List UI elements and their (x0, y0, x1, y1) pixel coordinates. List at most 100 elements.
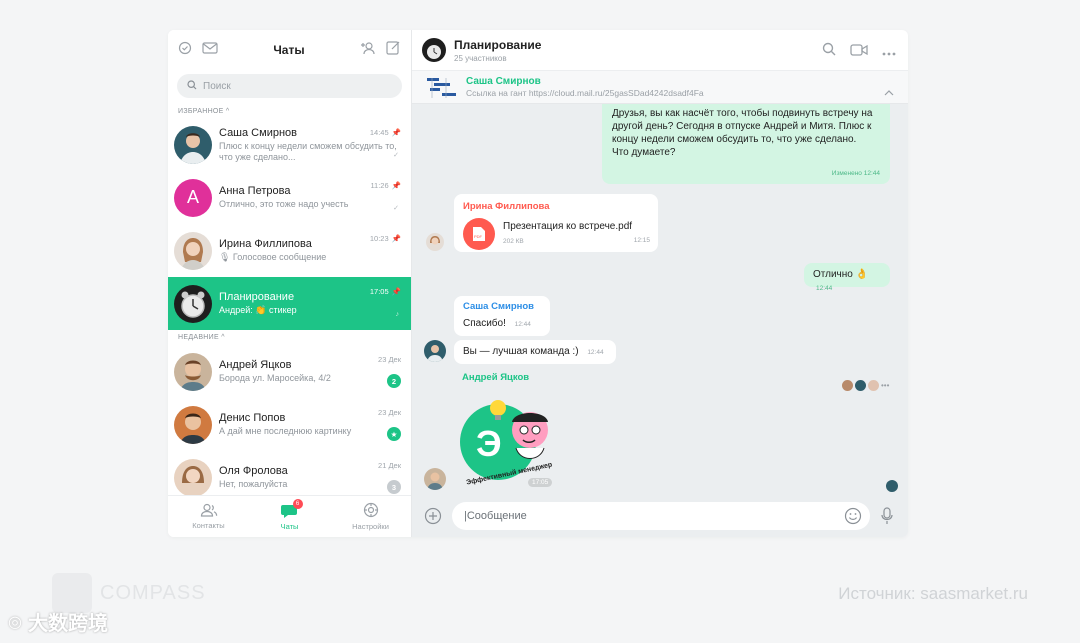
chat-members-count: 25 участников (454, 53, 507, 63)
tab-label: Контакты (192, 521, 225, 530)
pdf-file-icon[interactable]: PDF (463, 218, 495, 250)
svg-text:Э: Э (476, 423, 502, 464)
chat-preview: Плюс к концу недели сможем обсудить то, … (219, 140, 397, 162)
chat-header: Планирование 25 участников (412, 30, 908, 70)
add-attachment-icon[interactable] (424, 507, 442, 530)
reader-avatar (855, 380, 866, 391)
source-caption: Источник: saasmarket.ru (838, 584, 1028, 603)
avatar (174, 405, 212, 444)
file-size: 202 КВ (503, 238, 524, 245)
message-sender: Саша Смирнов (463, 301, 535, 312)
message-incoming[interactable]: Саша Смирнов Спасибо! 12:44 (454, 296, 550, 336)
chat-time: 21 Дек (378, 461, 401, 470)
message-sender: Андрей Яцков (462, 372, 530, 383)
more-options-icon[interactable] (882, 43, 896, 61)
favorite-badge: ★ (387, 427, 401, 441)
chat-item-denis[interactable]: Денис Попов А дай мне последнюю картинку… (168, 398, 411, 451)
compose-icon[interactable] (386, 40, 401, 60)
unread-badge: 2 (387, 374, 401, 388)
message-text: Вы — лучшая команда :) (463, 346, 579, 357)
recent-header[interactable]: НЕДАВНИЕ ^ (168, 330, 411, 345)
message-time: 17:05 (528, 478, 553, 487)
chat-title[interactable]: Планирование (454, 38, 541, 52)
message-outgoing[interactable]: Друзья, вы как насчёт того, чтобы подвин… (602, 104, 890, 184)
message-sender: Ирина Филлипова (463, 201, 550, 212)
message-outgoing[interactable]: Отлично 👌 12:44 (804, 263, 890, 292)
video-call-icon[interactable] (850, 43, 868, 61)
bottom-nav: Контакты 6 Чаты Настройки (168, 495, 411, 537)
file-name: Презентация ко встрече.pdf (503, 221, 633, 232)
read-check-icon: ✓ (393, 205, 399, 212)
avatar: A (174, 178, 212, 217)
sticker[interactable]: Э Эффективный менеджер 17:05 (458, 390, 554, 490)
unread-badge: 3 (387, 480, 401, 494)
tab-chats[interactable]: 6 Чаты (255, 498, 325, 531)
settings-icon (363, 502, 379, 520)
status-icon[interactable] (178, 41, 192, 60)
avatar (174, 458, 212, 497)
message-time: Изменено 12:44 (831, 170, 880, 177)
chat-time: 14:45 (369, 128, 389, 137)
pinned-message[interactable]: Саша Смирнов Ссылка на гант https://clou… (412, 70, 908, 104)
chat-time: 23 Дек (378, 408, 401, 417)
search-input[interactable] (203, 80, 383, 92)
pin-icon: 📌 (391, 234, 401, 243)
sidebar-header: Чаты (168, 30, 411, 70)
tab-label: Настройки (352, 522, 389, 531)
favorites-header[interactable]: ИЗБРАННОЕ ^ (168, 98, 411, 118)
search-icon (187, 77, 197, 95)
pinned-text: Ссылка на гант https://cloud.mail.ru/25g… (466, 88, 704, 98)
message-input[interactable] (452, 502, 870, 530)
sender-avatar[interactable] (426, 233, 444, 251)
tab-contacts[interactable]: Контакты (174, 503, 244, 530)
chat-preview: Нет, пожалуйста (219, 479, 288, 489)
chat-time: 10:23 (369, 234, 389, 243)
message-incoming[interactable]: Вы — лучшая команда :) 12:44 (454, 340, 616, 364)
chevron-up-icon[interactable] (884, 83, 894, 101)
tab-settings[interactable]: Настройки (336, 502, 406, 531)
message-time: 12:15 (633, 237, 650, 244)
search-icon[interactable] (822, 42, 836, 61)
pin-icon: 📌 (391, 181, 401, 190)
chat-item-sasha[interactable]: Саша Смирнов Плюс к концу недели сможем … (168, 118, 411, 171)
chat-time: 23 Дек (378, 355, 401, 364)
cn-watermark-text: 大数跨境 (27, 613, 108, 635)
chat-preview: 🎙 Голосовое сообщение (219, 252, 327, 262)
read-check-icon: ✓ (393, 152, 399, 159)
sidebar-title: Чаты (273, 43, 305, 57)
chat-preview: Андрей: 👏 стикер (219, 305, 297, 315)
chat-item-anna[interactable]: A Анна Петрова Отлично, это тоже надо уч… (168, 171, 411, 224)
chat-time: 17:05 (369, 287, 389, 296)
message-file[interactable]: Ирина Филлипова PDF Презентация ко встре… (454, 194, 658, 252)
compass-text: COMPASS (100, 581, 206, 604)
reader-avatar (886, 480, 898, 492)
contacts-icon (200, 503, 218, 519)
chat-preview: А дай мне последнюю картинку (219, 426, 352, 436)
message-text: Отлично 👌 (813, 269, 869, 280)
mail-icon[interactable] (202, 41, 218, 59)
chat-item-irina[interactable]: Ирина Филлипова 🎙 Голосовое сообщение 10… (168, 224, 411, 277)
chat-name: Андрей Яцков (219, 359, 292, 371)
chat-item-planning[interactable]: Планирование Андрей: 👏 стикер 17:05 📌 ♪ (168, 277, 411, 330)
sender-avatar[interactable] (424, 340, 446, 362)
composer (412, 495, 908, 537)
add-contact-icon[interactable] (360, 41, 376, 60)
chat-avatar[interactable] (422, 38, 446, 62)
chat-preview: Отлично, это тоже надо учесть (219, 199, 349, 209)
chat-panel: Планирование 25 участников Саша Смирнов … (412, 30, 908, 537)
sender-avatar[interactable] (424, 468, 446, 490)
microphone-icon[interactable] (881, 507, 893, 530)
search-bar[interactable] (177, 74, 402, 98)
emoji-icon[interactable] (844, 507, 862, 530)
messenger-window: Чаты ИЗБРАННОЕ ^ Саша Смирно (168, 30, 908, 537)
pinned-sender: Саша Смирнов (466, 76, 541, 87)
gantt-thumbnail-icon (426, 76, 458, 98)
avatar (174, 231, 212, 270)
chat-preview: Борода ул. Маросейка, 4/2 (219, 373, 331, 383)
chat-item-andrey[interactable]: Андрей Яцков Борода ул. Маросейка, 4/2 2… (168, 345, 411, 398)
chat-time: 11:26 (370, 181, 389, 190)
avatar (174, 284, 212, 323)
read-receipts: ••• (842, 380, 889, 391)
sidebar: Чаты ИЗБРАННОЕ ^ Саша Смирно (168, 30, 412, 537)
avatar (174, 352, 212, 391)
